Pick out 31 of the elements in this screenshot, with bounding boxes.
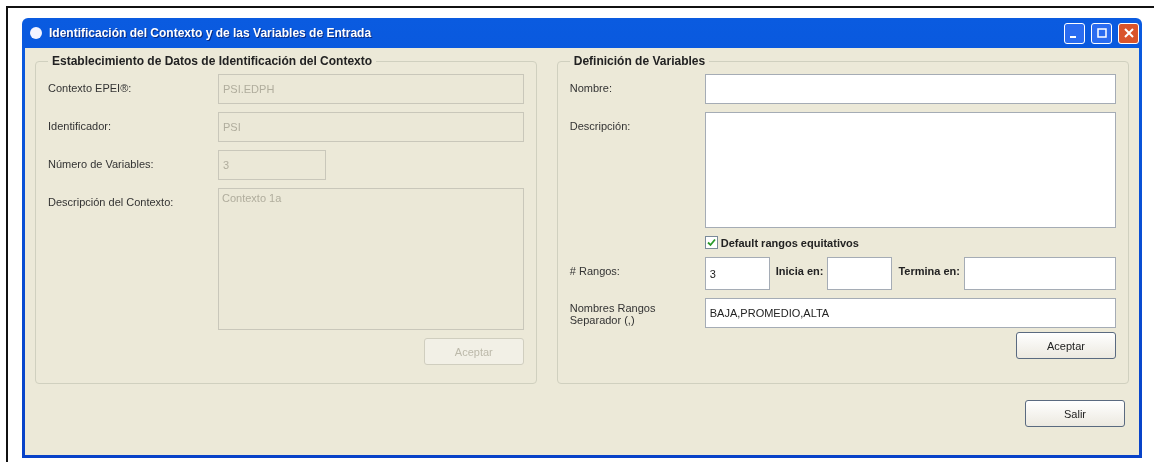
close-icon [1123, 28, 1134, 38]
maximize-button[interactable] [1091, 22, 1112, 44]
accept-button[interactable]: Aceptar [1016, 332, 1116, 359]
name-field[interactable] [704, 74, 1116, 104]
group-title: Definición de Variables [572, 54, 707, 68]
end-field[interactable] [964, 257, 1116, 290]
default-ranges-checkbox[interactable]: Default rangos equitativos [704, 236, 1116, 249]
description-area[interactable] [704, 112, 1116, 228]
range-names-field[interactable]: BAJA,PROMEDIO,ALTA [704, 298, 1116, 328]
field-label: Nombre: [569, 81, 613, 94]
minimize-icon [1069, 36, 1076, 38]
field-label: Contexto EPEI®: [48, 81, 133, 94]
group-title: Establecimiento de Datos de Identificación del Contexto [51, 54, 374, 68]
field-label: Descripción del Contexto: [48, 195, 175, 208]
field-label: Inicia en: [774, 264, 825, 277]
field-label: # Rangos: [569, 264, 621, 277]
app-icon [29, 26, 43, 40]
field-label: Termina en: [897, 264, 961, 277]
minimize-button[interactable] [1064, 22, 1085, 44]
ranges-field[interactable]: 3 [704, 257, 770, 290]
field-label: Nombres Rangos Separador (,) [569, 301, 657, 326]
close-button[interactable] [1118, 22, 1139, 44]
checkbox-icon[interactable] [704, 236, 718, 249]
checkbox-label: Default rangos equitativos [720, 236, 859, 249]
maximize-icon [1096, 28, 1107, 38]
field-label: Descripción: [569, 119, 632, 132]
field-label: Número de Variables: [48, 157, 155, 170]
exit-button[interactable]: Salir [1025, 400, 1125, 427]
window-title: Identificación del Contexto y de las Variables de Entrada [49, 26, 373, 40]
start-field[interactable] [827, 257, 893, 290]
field-label: Identificador: [48, 119, 112, 132]
